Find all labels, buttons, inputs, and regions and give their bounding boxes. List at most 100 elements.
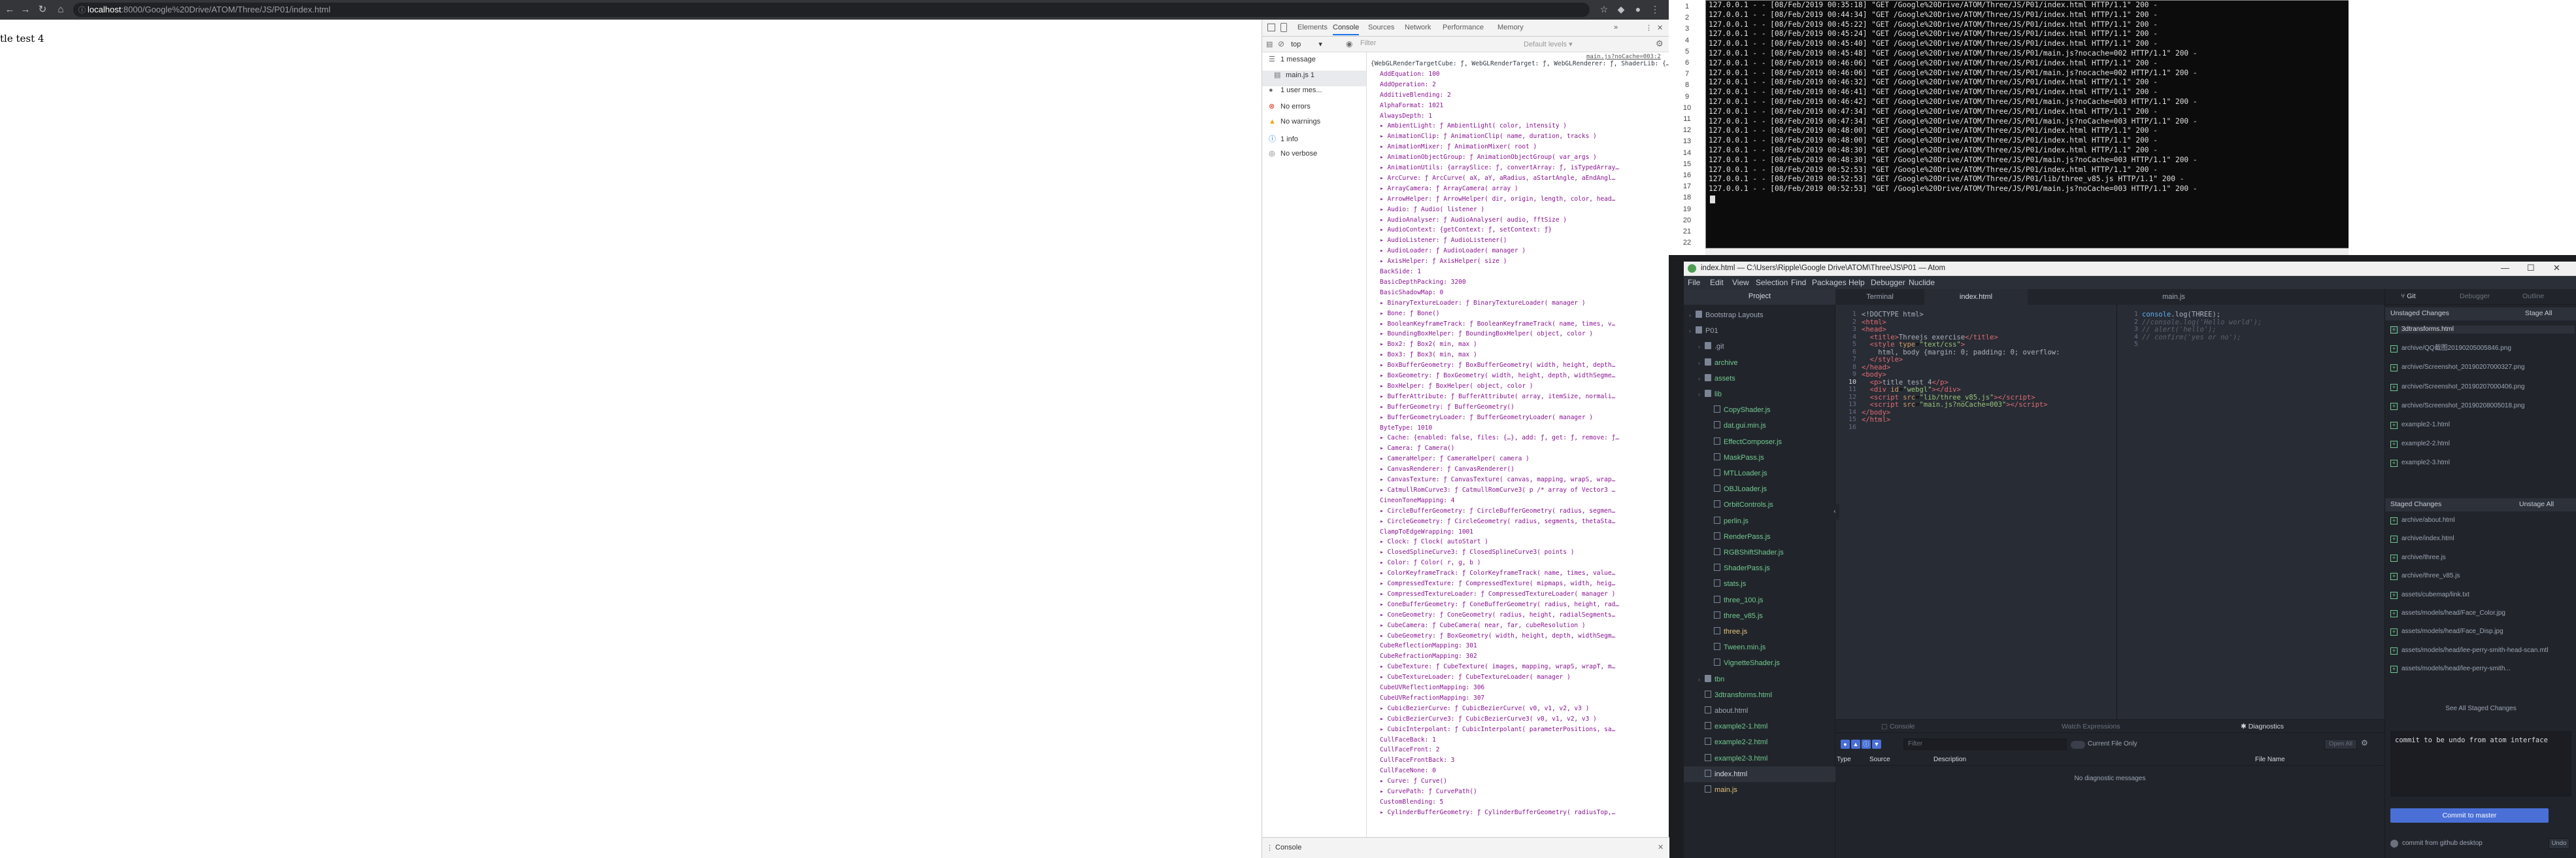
more-options-icon[interactable]: ⋮ (1645, 24, 1652, 32)
context-selector[interactable]: top ▾ (1291, 40, 1343, 48)
tree-item-example2-3-html[interactable]: example2-3.html (1684, 751, 1835, 766)
reload-icon[interactable]: ↻ (37, 4, 48, 16)
see-all-staged-link[interactable]: See All Staged Changes (2385, 705, 2576, 712)
console-line[interactable]: ▸ BooleanKeyframeTrack: ƒ BooleanKeyfram… (1380, 319, 1615, 330)
column-source[interactable]: Source (1869, 756, 1890, 763)
eye-icon[interactable]: ◉ (1346, 39, 1352, 48)
console-line[interactable]: ▸ BoundingBoxHelper: ƒ BoundingBoxHelper… (1380, 329, 1593, 339)
console-line[interactable]: ▸ Audio: ƒ Audio( listener ) (1380, 205, 1484, 215)
console-line[interactable]: ▸ CylinderBufferGeometry: ƒ CylinderBuff… (1380, 808, 1615, 818)
tab-debugger[interactable]: Debugger (2460, 292, 2490, 300)
menu-packages[interactable]: Packages (1812, 278, 1847, 287)
tab-outline[interactable]: Outline (2522, 292, 2544, 300)
log-levels-dropdown[interactable]: Default levels ▾ (1524, 40, 1573, 48)
tree-item-shaderpass-js[interactable]: ShaderPass.js (1684, 560, 1835, 576)
tab-project[interactable]: Project (1684, 292, 1835, 300)
menu-find[interactable]: Find (1791, 278, 1806, 287)
tree-item-mtlloader-js[interactable]: MTLLoader.js (1684, 466, 1835, 481)
tree-item-copyshader-js[interactable]: CopyShader.js (1684, 402, 1835, 418)
console-line[interactable]: ▸ ArcCurve: ƒ ArcCurve( aX, aY, aRadius,… (1380, 173, 1615, 184)
console-line[interactable]: ▸ BufferAttribute: ƒ BufferAttribute( ar… (1380, 392, 1615, 402)
tree-item-assets[interactable]: › assets (1684, 371, 1835, 386)
menu-file[interactable]: File (1688, 278, 1700, 287)
tab-git[interactable]: ⑂ Git (2401, 292, 2416, 300)
tree-item-perlin-js[interactable]: perlin.js (1684, 513, 1835, 529)
unstage-all-button[interactable]: Unstage All (2519, 500, 2554, 508)
menu-icon[interactable]: ⋮ (1648, 4, 1662, 16)
drawer-menu-icon[interactable]: ⋮ (1266, 844, 1273, 852)
sidebar-item-6[interactable]: ◎ No verbose (1269, 149, 1317, 165)
tree-item-vignetteshader-js[interactable]: VignetteShader.js (1684, 655, 1835, 671)
console-line[interactable]: ▸ CompressedTexture: ƒ CompressedTexture… (1380, 579, 1615, 589)
git-file-item[interactable]: + assets/models/head/lee-perry-smith... (2390, 665, 2575, 674)
tab-performance[interactable]: Performance (1443, 24, 1484, 31)
profile-icon[interactable]: ● (1631, 4, 1645, 16)
console-line[interactable]: ▸ AnimationUtils: {arraySlice: ƒ, conver… (1380, 163, 1619, 173)
console-line[interactable]: ▸ Camera: ƒ Camera() (1380, 443, 1454, 454)
console-line[interactable]: ▸ CubicBezierCurve3: ƒ CubicBezierCurve3… (1380, 714, 1597, 725)
console-line[interactable]: {WebGLRenderTargetCube: ƒ, WebGLRenderTa… (1371, 59, 1669, 69)
menu-view[interactable]: View (1732, 278, 1749, 287)
tree-item-example2-2-html[interactable]: example2-2.html (1684, 734, 1835, 750)
git-file-item[interactable]: + archive/Screenshot_20190207000327.png (2390, 364, 2575, 372)
device-icon[interactable] (1280, 23, 1287, 32)
column-description[interactable]: Description (1933, 756, 1966, 763)
settings-gear-icon[interactable]: ⚙ (1656, 39, 1664, 49)
column-type[interactable]: Type (1837, 756, 1851, 763)
tree-item-tween-min-js[interactable]: Tween.min.js (1684, 640, 1835, 655)
tree-item-index-html[interactable]: index.html (1684, 766, 1835, 782)
collapse-panel-icon[interactable]: ‹ (1830, 504, 1839, 520)
git-file-item[interactable]: + assets/models/head/Face_Disp.jpg (2390, 628, 2575, 636)
editor-tab-main-js[interactable]: main.js (2116, 289, 2231, 305)
menu-debugger[interactable]: Debugger (1871, 278, 1905, 287)
editor-main-js[interactable]: 1 console.log(THREE); 2 //console.log('Hell… (2116, 305, 2384, 719)
console-line[interactable]: ▸ CubicInterpolant: ƒ CubicInterpolant( … (1380, 725, 1615, 735)
tree-item-archive[interactable]: › archive (1684, 355, 1835, 371)
console-line[interactable]: ▸ Box2: ƒ Box2( min, max ) (1380, 339, 1477, 350)
tree-item--git[interactable]: › .git (1684, 339, 1835, 354)
menu-selection[interactable]: Selection (1756, 278, 1788, 287)
console-line[interactable]: ▸ CubeCamera: ƒ CubeCamera( near, far, c… (1380, 621, 1586, 631)
console-line[interactable]: ▸ CanvasRenderer: ƒ CanvasRenderer() (1380, 464, 1514, 475)
console-line[interactable]: ▸ BoxHelper: ƒ BoxHelper( object, color … (1380, 381, 1533, 392)
git-file-item[interactable]: + archive/three.js (2390, 554, 2575, 562)
sidebar-item-4[interactable]: ▲ No warnings (1269, 118, 1320, 133)
more-tabs-icon[interactable]: » (1614, 24, 1618, 31)
info-filter-icon[interactable]: ⓘ (1862, 740, 1871, 749)
console-line[interactable]: ▸ Curve: ƒ Curve() (1380, 776, 1447, 787)
sidebar-item-2[interactable]: ● 1 user mes... (1269, 86, 1322, 102)
console-line[interactable]: ▸ Bone: ƒ Bone() (1380, 309, 1440, 319)
extension-icon[interactable]: ◆ (1614, 4, 1628, 16)
console-line[interactable]: ▸ ColorKeyframeTrack: ƒ ColorKeyframeTra… (1380, 568, 1615, 579)
tree-item-about-html[interactable]: about.html (1684, 703, 1835, 719)
tree-item-three-js[interactable]: three.js (1684, 624, 1835, 640)
console-line[interactable]: ▸ AnimationMixer: ƒ AnimationMixer( root… (1380, 142, 1537, 152)
tab-sources[interactable]: Sources (1368, 24, 1394, 31)
tree-item-maskpass-js[interactable]: MaskPass.js (1684, 450, 1835, 466)
tree-item-three-v85-js[interactable]: three_v85.js (1684, 608, 1835, 624)
console-line[interactable]: ▸ AnimationClip: ƒ AnimationClip( name, … (1380, 131, 1597, 142)
menu-help[interactable]: Help (1848, 278, 1865, 287)
tab-memory[interactable]: Memory (1497, 24, 1524, 31)
sidebar-item-3[interactable]: ⊗ No errors (1269, 102, 1311, 118)
console-line[interactable]: ▸ ArrowHelper: ƒ ArrowHelper( dir, origi… (1380, 194, 1615, 205)
tab-console[interactable]: Console (1333, 24, 1360, 35)
menu-edit[interactable]: Edit (1710, 278, 1724, 287)
console-line[interactable]: ▸ CameraHelper: ƒ CameraHelper( camera ) (1380, 454, 1530, 464)
close-icon[interactable]: ✕ (1657, 24, 1663, 32)
console-line[interactable]: ▸ CatmullRomCurve3: ƒ CatmullRomCurve3( … (1380, 485, 1615, 496)
editor-index-html[interactable]: ‹ 1 <!DOCTYPE html> 2 <html> 3 <head> 4 <title… (1830, 305, 2116, 719)
diagnostics-settings-icon[interactable]: ⚙ (2361, 738, 2368, 747)
tab-watch-expressions[interactable]: Watch Expressions (2062, 723, 2120, 730)
stage-all-button[interactable]: Stage All (2525, 309, 2552, 317)
git-file-item[interactable]: + assets/models/head/Face_Color.jpg (2390, 609, 2575, 617)
console-line[interactable]: ▸ AnimationObjectGroup: ƒ AnimationObjec… (1380, 152, 1597, 163)
tree-item-three-100-js[interactable]: three_100.js (1684, 592, 1835, 608)
console-line[interactable]: ▸ CompressedTextureLoader: ƒ CompressedT… (1380, 589, 1615, 600)
tree-item-bootstrap-layouts[interactable]: › Bootstrap Layouts (1684, 307, 1835, 323)
console-line[interactable]: ▸ CircleGeometry: ƒ CircleGeometry( radi… (1380, 517, 1615, 527)
console-line[interactable]: ▸ CurvePath: ƒ CurvePath() (1380, 787, 1477, 797)
tree-item-renderpass-js[interactable]: RenderPass.js (1684, 529, 1835, 545)
tree-item-lib[interactable]: › lib (1684, 386, 1835, 402)
git-file-item[interactable]: +3dtransforms.html (2390, 326, 2575, 334)
